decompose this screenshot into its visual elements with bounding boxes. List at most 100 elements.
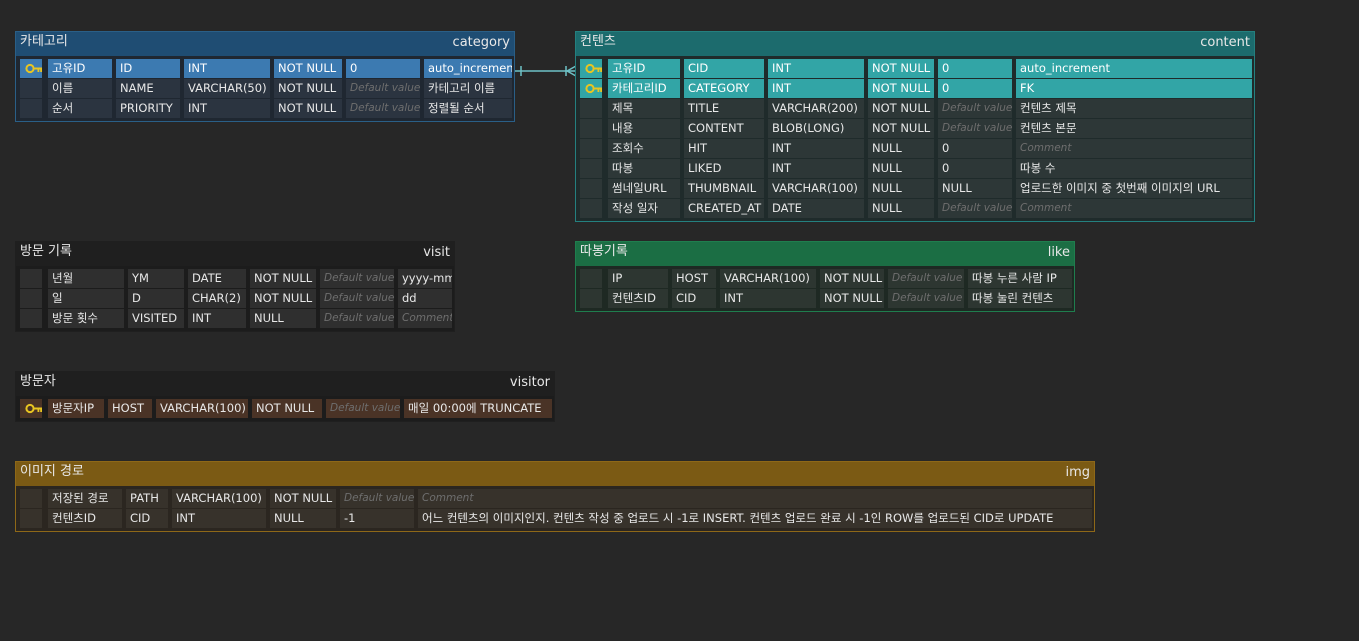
nullable[interactable]: NOT NULL	[274, 99, 342, 118]
table-row[interactable]: 작성 일자 CREATED_AT DATE NULL Default value Comm…	[576, 199, 1254, 218]
comment[interactable]: 컨텐츠 제목	[1016, 99, 1252, 118]
physical-name[interactable]: TITLE	[684, 99, 764, 118]
logical-name[interactable]: 순서	[48, 99, 112, 118]
table-row[interactable]: IP HOST VARCHAR(100) NOT NULL Default value 따…	[576, 269, 1074, 288]
logical-name[interactable]: 컨텐츠ID	[48, 509, 122, 528]
logical-name[interactable]: 이름	[48, 79, 112, 98]
logical-name[interactable]: 저장된 경로	[48, 489, 122, 508]
nullable[interactable]: NULL	[868, 199, 934, 218]
default-value[interactable]: Default value	[320, 289, 394, 308]
nullable[interactable]: NOT NULL	[820, 289, 884, 308]
comment[interactable]: 따봉 눌린 컨텐츠	[968, 289, 1072, 308]
table-visitor[interactable]: 방문자 visitor 방문자IP HOST VARCHAR(100) NOT NUL…	[15, 371, 555, 422]
data-type[interactable]: DATE	[188, 269, 246, 288]
table-row[interactable]: 내용 CONTENT BLOB(LONG) NOT NULL Default value…	[576, 119, 1254, 138]
physical-name[interactable]: CATEGORY	[684, 79, 764, 98]
data-type[interactable]: INT	[188, 309, 246, 328]
logical-name[interactable]: 고유ID	[608, 59, 680, 78]
default-value[interactable]: 0	[938, 159, 1012, 178]
physical-name[interactable]: ID	[116, 59, 180, 78]
physical-name[interactable]: PRIORITY	[116, 99, 180, 118]
physical-name[interactable]: CID	[684, 59, 764, 78]
logical-name[interactable]: 제목	[608, 99, 680, 118]
physical-name[interactable]: CID	[126, 509, 168, 528]
logical-name[interactable]: 따봉	[608, 159, 680, 178]
table-img[interactable]: 이미지 경로 img 저장된 경로 PATH VARCHAR(100) NOT NUL…	[15, 461, 1095, 532]
table-row[interactable]: 방문자IP HOST VARCHAR(100) NOT NULL Default val…	[16, 399, 554, 418]
table-row[interactable]: 조회수 HIT INT NULL 0 Comment	[576, 139, 1254, 158]
physical-name[interactable]: YM	[128, 269, 184, 288]
logical-name[interactable]: 썸네일URL	[608, 179, 680, 198]
comment[interactable]: Comment	[1016, 199, 1252, 218]
nullable[interactable]: NULL	[868, 139, 934, 158]
logical-name[interactable]: 컨텐츠ID	[608, 289, 668, 308]
nullable[interactable]: NOT NULL	[252, 399, 322, 418]
default-value[interactable]: Default value	[326, 399, 400, 418]
nullable[interactable]: NOT NULL	[270, 489, 336, 508]
physical-name[interactable]: NAME	[116, 79, 180, 98]
nullable[interactable]: NULL	[270, 509, 336, 528]
nullable[interactable]: NOT NULL	[250, 289, 316, 308]
physical-name[interactable]: CONTENT	[684, 119, 764, 138]
default-value[interactable]: Default value	[938, 119, 1012, 138]
physical-name[interactable]: HOST	[672, 269, 716, 288]
table-row[interactable]: 방문 횟수 VISITED INT NULL Default value Comment	[16, 309, 454, 328]
default-value[interactable]: Default value	[938, 199, 1012, 218]
logical-name[interactable]: 방문 횟수	[48, 309, 124, 328]
nullable[interactable]: NOT NULL	[868, 99, 934, 118]
comment[interactable]: 따봉 수	[1016, 159, 1252, 178]
physical-name[interactable]: HOST	[108, 399, 152, 418]
data-type[interactable]: INT	[768, 79, 864, 98]
nullable[interactable]: NULL	[868, 159, 934, 178]
table-category[interactable]: 카테고리 category 고유ID ID INT NOT NULL 0 auto_inc…	[15, 31, 515, 122]
data-type[interactable]: BLOB(LONG)	[768, 119, 864, 138]
default-value[interactable]: NULL	[938, 179, 1012, 198]
physical-name[interactable]: HIT	[684, 139, 764, 158]
comment[interactable]: yyyy-mm	[398, 269, 452, 288]
physical-name[interactable]: CREATED_AT	[684, 199, 764, 218]
table-content[interactable]: 컨텐츠 content 고유ID CID INT NOT NULL 0 auto_incr…	[575, 31, 1255, 222]
default-value[interactable]: Default value	[346, 99, 420, 118]
physical-name[interactable]: VISITED	[128, 309, 184, 328]
table-row[interactable]: 이름 NAME VARCHAR(50) NOT NULL Default value 카테…	[16, 79, 514, 98]
table-row[interactable]: 일 D CHAR(2) NOT NULL Default value dd	[16, 289, 454, 308]
table-row[interactable]: 컨텐츠ID CID INT NOT NULL Default value 따봉 눌린 컨텐…	[576, 289, 1074, 308]
logical-name[interactable]: 일	[48, 289, 124, 308]
data-type[interactable]: INT	[720, 289, 816, 308]
nullable[interactable]: NULL	[250, 309, 316, 328]
physical-name[interactable]: PATH	[126, 489, 168, 508]
default-value[interactable]: Default value	[320, 269, 394, 288]
default-value[interactable]: Default value	[320, 309, 394, 328]
physical-name[interactable]: D	[128, 289, 184, 308]
comment[interactable]: auto_increment	[1016, 59, 1252, 78]
comment[interactable]: Comment	[1016, 139, 1252, 158]
logical-name[interactable]: IP	[608, 269, 668, 288]
comment[interactable]: auto_increment	[424, 59, 512, 78]
data-type[interactable]: INT	[768, 59, 864, 78]
default-value[interactable]: 0	[938, 59, 1012, 78]
table-row[interactable]: 저장된 경로 PATH VARCHAR(100) NOT NULL Default va…	[16, 489, 1094, 508]
logical-name[interactable]: 작성 일자	[608, 199, 680, 218]
nullable[interactable]: NOT NULL	[274, 59, 342, 78]
data-type[interactable]: VARCHAR(100)	[156, 399, 248, 418]
physical-name[interactable]: THUMBNAIL	[684, 179, 764, 198]
table-visit[interactable]: 방문 기록 visit 년월 YM DATE NOT NULL Default valu…	[15, 241, 455, 332]
logical-name[interactable]: 방문자IP	[48, 399, 104, 418]
table-header[interactable]: 컨텐츠 content	[576, 32, 1254, 56]
physical-name[interactable]: LIKED	[684, 159, 764, 178]
comment[interactable]: dd	[398, 289, 452, 308]
default-value[interactable]: 0	[938, 79, 1012, 98]
comment[interactable]: 어느 컨텐츠의 이미지인지. 컨텐츠 작성 중 업로드 시 -1로 INSERT…	[418, 509, 1092, 528]
comment[interactable]: 따봉 누른 사람 IP	[968, 269, 1072, 288]
data-type[interactable]: VARCHAR(100)	[172, 489, 266, 508]
table-header[interactable]: 방문 기록 visit	[16, 242, 454, 266]
nullable[interactable]: NULL	[868, 179, 934, 198]
logical-name[interactable]: 년월	[48, 269, 124, 288]
table-header[interactable]: 카테고리 category	[16, 32, 514, 56]
logical-name[interactable]: 조회수	[608, 139, 680, 158]
data-type[interactable]: INT	[768, 139, 864, 158]
comment[interactable]: 업로드한 이미지 중 첫번째 이미지의 URL	[1016, 179, 1252, 198]
default-value[interactable]: Default value	[938, 99, 1012, 118]
default-value[interactable]: 0	[938, 139, 1012, 158]
default-value[interactable]: 0	[346, 59, 420, 78]
